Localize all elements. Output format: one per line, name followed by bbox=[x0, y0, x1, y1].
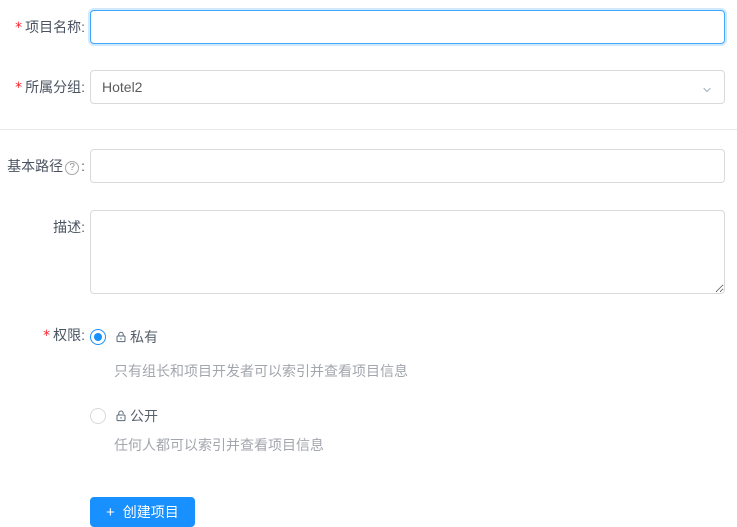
description-label: 描述: bbox=[0, 210, 85, 297]
radio-public-label: 公开 bbox=[130, 408, 158, 424]
label-colon: : bbox=[81, 79, 85, 95]
base-path-input[interactable] bbox=[90, 149, 725, 183]
description-label-text: 描述 bbox=[53, 219, 82, 235]
create-project-button[interactable]: + 创建项目 bbox=[90, 497, 195, 527]
project-name-label-text: 项目名称 bbox=[25, 19, 82, 35]
label-colon: : bbox=[81, 219, 85, 235]
form-item-description: 描述: bbox=[0, 210, 737, 297]
required-mark: * bbox=[43, 328, 51, 344]
radio-public-description: 任何人都可以索引并查看项目信息 bbox=[114, 437, 324, 453]
permission-label: * 权限: bbox=[0, 327, 85, 527]
project-name-label: * 项目名称: bbox=[0, 10, 85, 45]
permission-label-text: 权限 bbox=[53, 327, 82, 343]
required-mark: * bbox=[15, 20, 23, 36]
description-textarea[interactable] bbox=[90, 210, 725, 294]
base-path-label-text: 基本路径 bbox=[7, 158, 64, 174]
group-label-text: 所属分组 bbox=[25, 79, 82, 95]
create-project-form: * 项目名称: * 所属分组: Hotel2 基本路径?: 描述: * 权限: … bbox=[0, 0, 737, 527]
radio-option-private[interactable]: 私有 bbox=[90, 327, 725, 347]
label-colon: : bbox=[81, 327, 85, 343]
lock-open-icon bbox=[114, 409, 128, 423]
create-project-button-label: 创建项目 bbox=[122, 504, 179, 520]
radio-private-label: 私有 bbox=[130, 329, 158, 345]
radio-private[interactable] bbox=[90, 329, 106, 345]
base-path-label: 基本路径?: bbox=[0, 149, 85, 183]
group-select[interactable]: Hotel2 bbox=[90, 70, 725, 104]
plus-icon: + bbox=[106, 503, 115, 521]
section-divider bbox=[0, 129, 737, 130]
form-item-group: * 所属分组: Hotel2 bbox=[0, 70, 737, 105]
label-colon: : bbox=[81, 158, 85, 174]
chevron-down-icon bbox=[702, 82, 712, 98]
group-select-value: Hotel2 bbox=[102, 79, 143, 95]
required-mark: * bbox=[15, 80, 23, 96]
form-item-project-name: * 项目名称: bbox=[0, 10, 737, 45]
form-item-base-path: 基本路径?: bbox=[0, 149, 737, 183]
project-name-input[interactable] bbox=[90, 10, 725, 44]
radio-public[interactable] bbox=[90, 408, 106, 424]
question-circle-icon[interactable]: ? bbox=[65, 161, 80, 175]
radio-private-description: 只有组长和项目开发者可以索引并查看项目信息 bbox=[114, 363, 408, 379]
lock-closed-icon bbox=[114, 330, 128, 344]
form-item-permission: * 权限: 私有 只有组长和项目开发者可以索引并查看项目信息 公开 任何人都可以… bbox=[0, 327, 737, 527]
label-colon: : bbox=[81, 19, 85, 35]
radio-option-public[interactable]: 公开 bbox=[90, 406, 725, 426]
group-label: * 所属分组: bbox=[0, 70, 85, 105]
